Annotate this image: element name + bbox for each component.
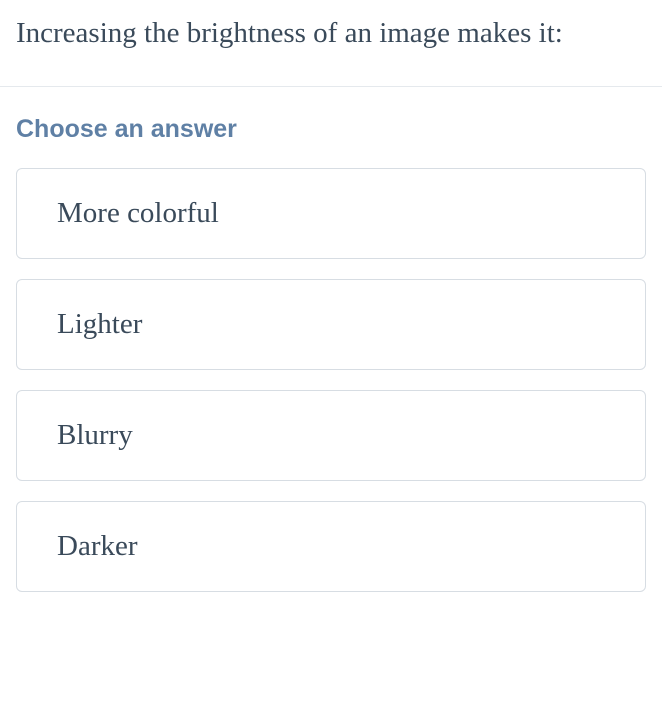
question-section: Increasing the brightness of an image ma… — [0, 0, 662, 86]
option-label: Blurry — [57, 419, 133, 451]
option-more-colorful[interactable]: More colorful — [16, 168, 646, 259]
option-blurry[interactable]: Blurry — [16, 390, 646, 481]
option-label: Darker — [57, 530, 138, 562]
option-label: More colorful — [57, 197, 219, 229]
option-label: Lighter — [57, 308, 142, 340]
option-lighter[interactable]: Lighter — [16, 279, 646, 370]
option-darker[interactable]: Darker — [16, 501, 646, 592]
question-text: Increasing the brightness of an image ma… — [16, 10, 646, 56]
answer-section: Choose an answer More colorful Lighter B… — [0, 87, 662, 632]
choose-answer-label: Choose an answer — [16, 115, 646, 144]
